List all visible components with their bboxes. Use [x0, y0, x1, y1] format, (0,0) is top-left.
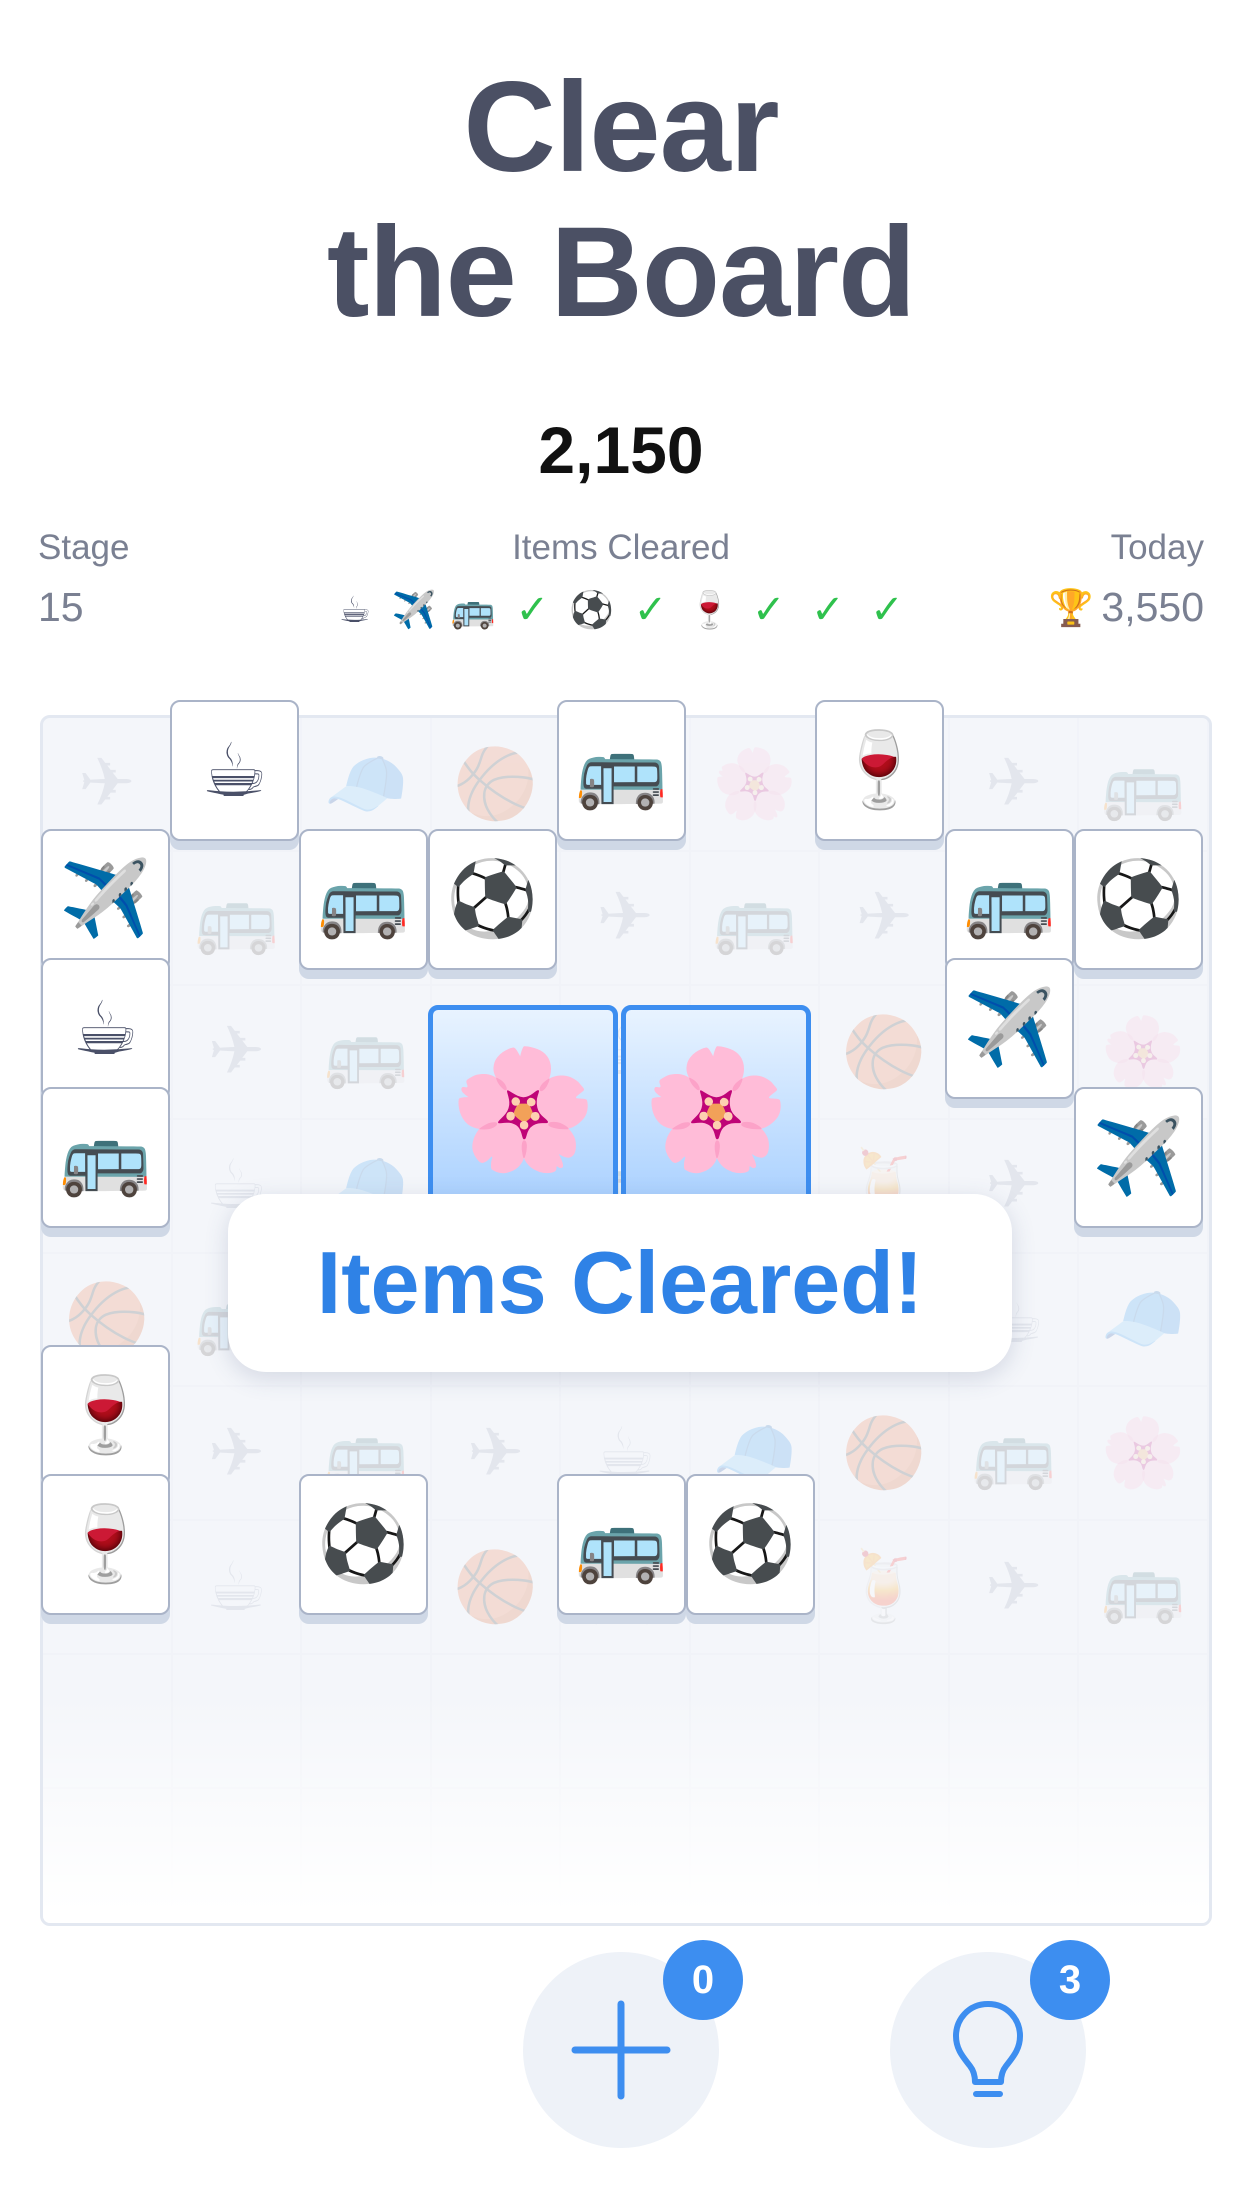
today-best: 🏆 3,550 [1049, 584, 1204, 631]
tile[interactable]: 🚌 [557, 700, 686, 841]
today-label: Today [1110, 528, 1204, 567]
cleared-item: 🚌 [450, 589, 496, 630]
check-icon: ✓ [633, 588, 668, 632]
board-cell: 🌸 [1079, 1387, 1209, 1522]
board-fade [43, 1693, 1209, 1923]
board-cell: 🏀 [820, 1387, 950, 1522]
board-cell: ✈ [431, 1387, 562, 1522]
check-icon: ✓ [515, 588, 550, 632]
check-icon: ✓ [870, 588, 904, 632]
check-icon: ✓ [811, 588, 845, 632]
board-cell: 🚌 [690, 851, 821, 986]
board-cell: 🚌 [949, 1387, 1080, 1522]
tile[interactable]: 🚌 [557, 1474, 686, 1615]
items-cleared-label: Items Cleared [512, 528, 730, 567]
tile[interactable]: 🚌 [945, 829, 1074, 970]
tile[interactable]: ⚽ [299, 1474, 428, 1615]
board-cell: 🏀 [820, 985, 950, 1120]
tile[interactable]: 🚌 [299, 829, 428, 970]
board-cell: ✈ [949, 1521, 1080, 1656]
selected-tile[interactable]: 🌸 [428, 1005, 618, 1215]
cleared-item: ☕ [338, 589, 372, 630]
tile[interactable]: ✈️ [1074, 1087, 1203, 1228]
board-cell: ☕ [172, 1521, 303, 1656]
tile[interactable]: ⚽ [428, 829, 557, 970]
tile[interactable]: 🍷 [41, 1345, 170, 1486]
tile[interactable]: 🍷 [41, 1474, 170, 1615]
board-cell: ✈ [172, 985, 303, 1120]
board-cell: 🚌 [172, 851, 303, 986]
board-cell: ✈ [172, 1387, 303, 1522]
board-cell: 🚌 [302, 985, 432, 1120]
check-icon: ✓ [752, 588, 786, 632]
stage-value: 15 [38, 584, 84, 630]
tile[interactable]: ✈️ [945, 958, 1074, 1099]
score: 2,150 [538, 413, 704, 487]
cleared-item: ✈️ [391, 589, 437, 630]
board-cell: ✈ [561, 851, 691, 986]
tile[interactable]: 🍷 [815, 700, 944, 841]
plus-icon [571, 2000, 671, 2100]
tile[interactable]: ☕ [41, 958, 170, 1099]
board-cell: 🍹 [820, 1521, 950, 1656]
board-cell: ✈ [820, 851, 950, 986]
cleared-item: 🍷 [687, 589, 733, 630]
trophy-icon: 🏆 [1048, 586, 1094, 628]
selected-tile[interactable]: 🌸 [621, 1005, 811, 1215]
today-value: 3,550 [1101, 584, 1204, 630]
tile[interactable]: ☕ [170, 700, 299, 841]
hint-count-badge: 3 [1030, 1940, 1110, 2020]
lightbulb-icon [953, 2001, 1023, 2097]
items-cleared-banner: Items Cleared! [228, 1194, 1012, 1372]
tile[interactable]: 🚌 [41, 1087, 170, 1228]
add-count-badge: 0 [663, 1940, 743, 2020]
cleared-item: ⚽ [569, 589, 614, 630]
items-cleared-row: ☕ ✈️ 🚌 ✓ ⚽ ✓ 🍷 ✓ ✓ ✓ [330, 582, 912, 638]
board-cell: 🏀 [431, 1521, 562, 1656]
board-cell: 🚌 [1079, 1521, 1209, 1656]
tile[interactable]: ✈️ [41, 829, 170, 970]
page-title-line2: the Board [326, 201, 916, 344]
tile[interactable]: ⚽ [1074, 829, 1203, 970]
page-title-line1: Clear [463, 56, 779, 199]
board-cell: 🧢 [1079, 1253, 1209, 1388]
tile[interactable]: ⚽ [686, 1474, 815, 1615]
board-cell: 🌸 [690, 718, 821, 852]
